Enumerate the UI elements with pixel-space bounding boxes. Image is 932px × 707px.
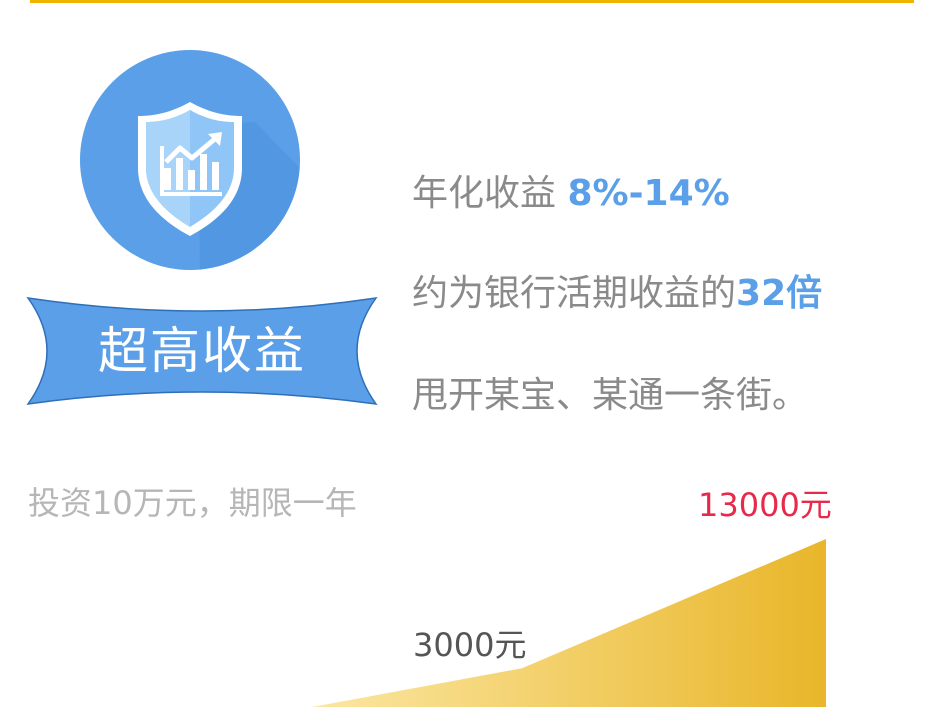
return-comparison-graphic — [312, 539, 826, 707]
low-return-value: 3000元 — [413, 626, 527, 664]
high-return-value: 13000元 — [698, 486, 832, 524]
return-wedge — [312, 539, 826, 707]
